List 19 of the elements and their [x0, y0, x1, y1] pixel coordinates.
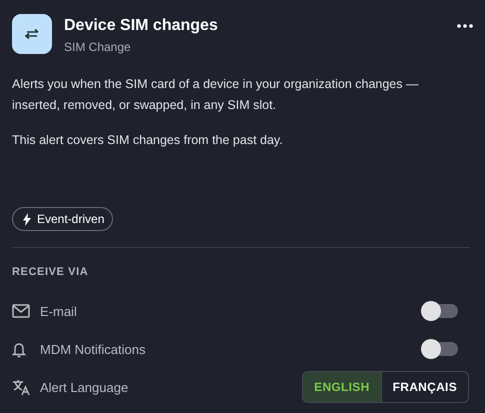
swap-arrows-badge	[12, 14, 52, 54]
option-label: Alert Language	[40, 380, 130, 394]
toggle-switch[interactable]	[422, 342, 458, 356]
option-label: MDM Notifications	[40, 342, 146, 356]
section-heading: RECEIVE VIA	[12, 266, 90, 278]
toggle-switch[interactable]	[422, 304, 458, 318]
language-option[interactable]: ENGLISH	[303, 372, 381, 402]
chip-label: Event-driven	[37, 212, 104, 226]
lightning-icon	[23, 212, 31, 226]
mail-icon	[12, 304, 30, 318]
more-icon[interactable]	[457, 24, 473, 28]
bell-icon	[12, 340, 26, 358]
card-subtitle: SIM Change	[64, 40, 132, 54]
description-text: Alerts you when the SIM card of a device in your organization changes — inserted, removed, or swapped, in any SIM slot.	[12, 76, 420, 114]
card-title: Device SIM changes	[64, 16, 219, 36]
description-text: This alert covers SIM changes from the past day.	[12, 132, 284, 149]
language-option[interactable]: FRANÇAIS	[380, 372, 468, 402]
option-label: E-mail	[40, 304, 78, 318]
translate-icon	[12, 378, 31, 396]
